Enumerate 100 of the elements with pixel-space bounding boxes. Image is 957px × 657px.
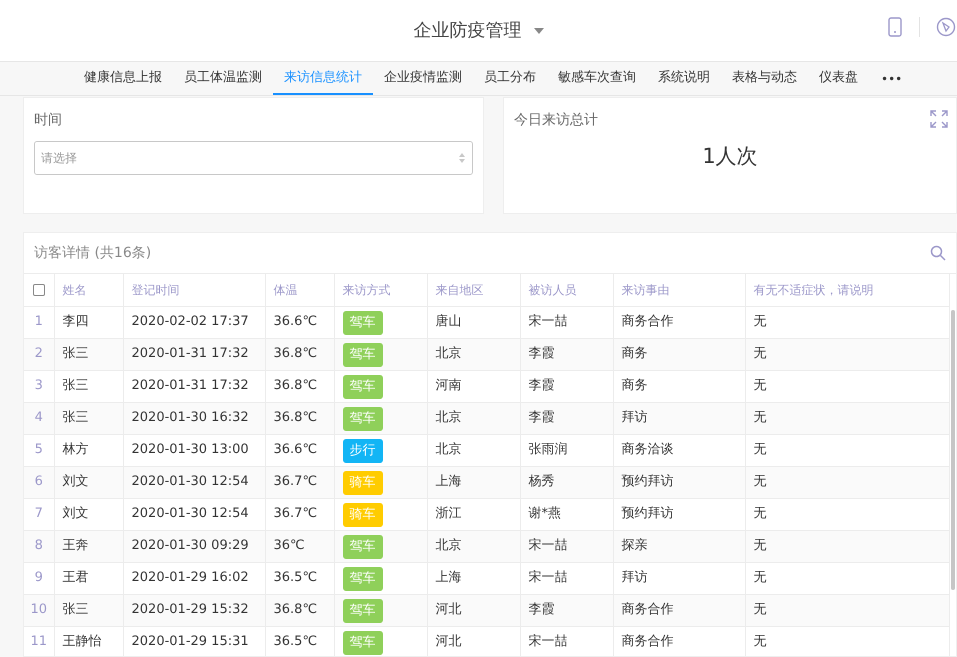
table-cell: 宋一喆 xyxy=(520,562,613,594)
mode-tag: 步行 xyxy=(342,439,382,463)
search-icon[interactable] xyxy=(930,245,946,261)
mode-tag: 驾车 xyxy=(342,375,382,399)
mode-tag: 骑车 xyxy=(342,503,382,527)
table-cell: 无 xyxy=(745,338,949,370)
row-number: 1 xyxy=(24,306,54,338)
column-header: 来访事由 xyxy=(613,274,745,306)
mode-tag: 驾车 xyxy=(342,535,382,559)
table-cell: 商务合作 xyxy=(613,626,745,656)
table-cell: 刘文 xyxy=(54,498,123,530)
table-cell: 商务合作 xyxy=(613,594,745,626)
time-label: 时间 xyxy=(34,111,63,130)
nav-tab[interactable]: 系统说明 xyxy=(647,62,721,95)
table-cell: 无 xyxy=(745,466,949,498)
table-cell: 2020-01-29 15:31 xyxy=(123,626,265,656)
mode-tag: 驾车 xyxy=(342,599,382,623)
table-cell: 无 xyxy=(745,626,949,656)
row-number: 2 xyxy=(24,338,54,370)
compass-icon[interactable] xyxy=(936,17,956,37)
table-cell: 36.7℃ xyxy=(265,498,334,530)
stat-label: 今日来访总计 xyxy=(514,111,598,130)
table-cell: 北京 xyxy=(427,530,520,562)
row-number: 4 xyxy=(24,402,54,434)
table-cell: 宋一喆 xyxy=(520,626,613,656)
sort-arrows-icon xyxy=(458,151,466,165)
table-cell: 无 xyxy=(745,306,949,338)
table-cell: 预约拜访 xyxy=(613,498,745,530)
table-cell: 2020-02-02 17:37 xyxy=(123,306,265,338)
table-cell: 张三 xyxy=(54,402,123,434)
row-number: 9 xyxy=(24,562,54,594)
table-cell: 北京 xyxy=(427,338,520,370)
table-cell: 王奔 xyxy=(54,530,123,562)
phone-icon[interactable] xyxy=(888,17,902,37)
table-cell: 上海 xyxy=(427,562,520,594)
nav-tab[interactable]: 表格与动态 xyxy=(721,62,808,95)
app-title: 企业防疫管理 xyxy=(414,19,522,43)
table-cell: 36.8℃ xyxy=(265,338,334,370)
nav-tab[interactable]: 企业疫情监测 xyxy=(373,62,473,95)
table-cell: 商务合作 xyxy=(613,306,745,338)
table-title: 访客详情 (共16条) xyxy=(34,244,152,262)
more-tabs-button[interactable]: ••• xyxy=(869,62,914,95)
table-cell: 林方 xyxy=(54,434,123,466)
expand-icon[interactable] xyxy=(930,110,948,128)
nav-tab[interactable]: 健康信息上报 xyxy=(73,62,173,95)
mode-tag: 驾车 xyxy=(342,567,382,591)
table-cell: 预约拜访 xyxy=(613,466,745,498)
table-cell: 李霞 xyxy=(520,370,613,402)
table-cell: 河北 xyxy=(427,594,520,626)
table-cell: 李霞 xyxy=(520,402,613,434)
nav-tab[interactable]: 员工体温监测 xyxy=(173,62,273,95)
mode-tag: 驾车 xyxy=(342,407,382,431)
row-number: 3 xyxy=(24,370,54,402)
table-cell: 36.5℃ xyxy=(265,562,334,594)
table-cell: 李霞 xyxy=(520,594,613,626)
table-cell: 2020-01-30 09:29 xyxy=(123,530,265,562)
table-cell: 2020-01-31 17:32 xyxy=(123,338,265,370)
row-number: 10 xyxy=(24,594,54,626)
table-cell: 36.5℃ xyxy=(265,626,334,656)
select-all-checkbox[interactable] xyxy=(32,284,45,296)
table-cell: 北京 xyxy=(427,434,520,466)
table-cell: 李霞 xyxy=(520,338,613,370)
table-cell: 36.8℃ xyxy=(265,402,334,434)
nav-tab[interactable]: 仪表盘 xyxy=(808,62,869,95)
table-cell: 李四 xyxy=(54,306,123,338)
row-number: 7 xyxy=(24,498,54,530)
column-header: 姓名 xyxy=(54,274,123,306)
table-cell: 无 xyxy=(745,498,949,530)
table-cell: 张三 xyxy=(54,370,123,402)
table-cell: 2020-01-29 15:32 xyxy=(123,594,265,626)
column-header: 有无不适症状，请说明 xyxy=(745,274,949,306)
table-cell: 36℃ xyxy=(265,530,334,562)
table-cell: 2020-01-30 16:32 xyxy=(123,402,265,434)
table-cell: 张雨润 xyxy=(520,434,613,466)
mode-tag: 驾车 xyxy=(342,343,382,367)
caret-icon[interactable] xyxy=(534,28,544,34)
table-cell: 刘文 xyxy=(54,466,123,498)
table-cell: 河南 xyxy=(427,370,520,402)
table-cell: 无 xyxy=(745,530,949,562)
table-cell: 王静怡 xyxy=(54,626,123,656)
column-header: 体温 xyxy=(265,274,334,306)
table-cell: 无 xyxy=(745,434,949,466)
scrollbar-thumb[interactable] xyxy=(950,310,955,590)
table-cell: 王君 xyxy=(54,562,123,594)
table-cell: 浙江 xyxy=(427,498,520,530)
column-header: 来访方式 xyxy=(334,274,427,306)
nav-tab[interactable]: 员工分布 xyxy=(473,62,547,95)
table-cell: 36.8℃ xyxy=(265,370,334,402)
table-cell: 杨秀 xyxy=(520,466,613,498)
row-number: 6 xyxy=(24,466,54,498)
table-cell: 河北 xyxy=(427,626,520,656)
table-cell: 2020-01-30 12:54 xyxy=(123,466,265,498)
table-cell: 商务洽谈 xyxy=(613,434,745,466)
mode-tag: 骑车 xyxy=(342,471,382,495)
table-cell: 北京 xyxy=(427,402,520,434)
table-cell: 拜访 xyxy=(613,402,745,434)
table-cell: 上海 xyxy=(427,466,520,498)
table-cell: 唐山 xyxy=(427,306,520,338)
nav-tab[interactable]: 敏感车次查询 xyxy=(547,62,647,95)
table-cell: 拜访 xyxy=(613,562,745,594)
